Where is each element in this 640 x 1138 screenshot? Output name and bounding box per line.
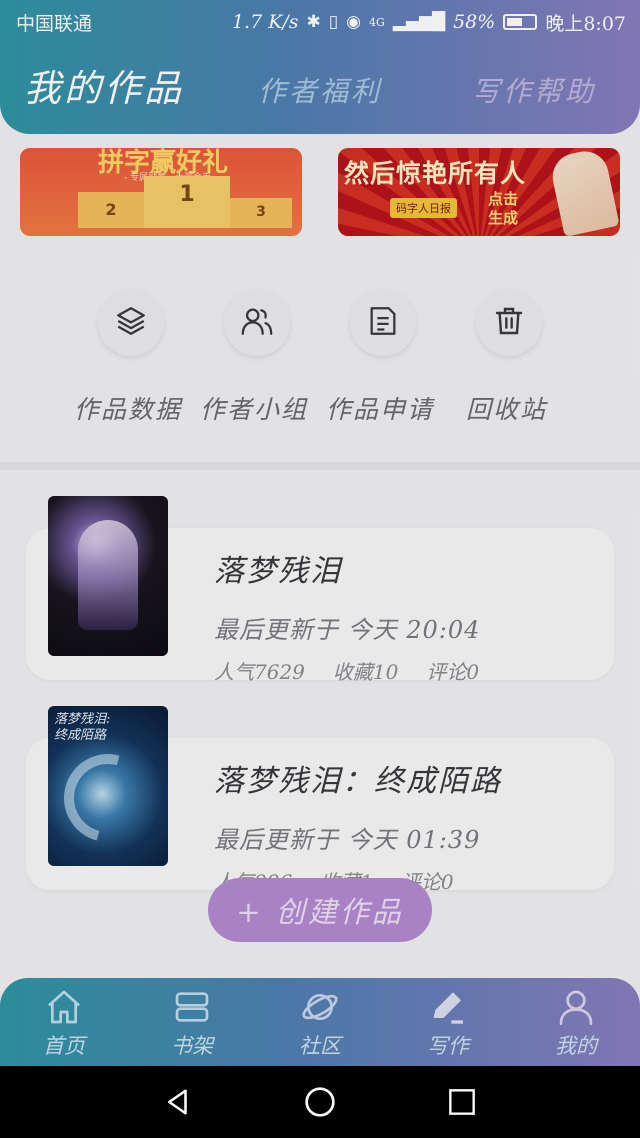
tab-writing-help[interactable]: 写作帮助 bbox=[472, 70, 596, 110]
recycle-bin-label: 回收站 bbox=[466, 395, 548, 424]
nav-item-write[interactable]: 写作 bbox=[384, 978, 512, 1066]
profile-icon bbox=[553, 984, 599, 1030]
work-title[interactable]: 落梦残泪：终成陌路 bbox=[214, 756, 502, 800]
create-work-button[interactable]: + 创建作品 bbox=[208, 878, 432, 942]
nav-label-write: 写作 bbox=[427, 1034, 469, 1058]
app-screen: 中国联通 1.7 K/s ✱ ▯ ◉ 4G ▂▄▆█ 58% 晚上8:07 我的… bbox=[0, 0, 640, 1066]
group-icon bbox=[240, 304, 274, 342]
nav-label-community: 社区 bbox=[299, 1034, 341, 1058]
bluetooth-icon: ✱ bbox=[306, 12, 321, 32]
banner-daily-report[interactable]: 然后惊艳所有人 码字人日报 点击 生成 bbox=[338, 148, 620, 236]
home-icon bbox=[41, 984, 87, 1030]
banner-daily-cta: 点击 生成 bbox=[488, 190, 518, 228]
nav-item-home[interactable]: 首页 bbox=[0, 978, 128, 1066]
bookshelf-icon bbox=[169, 984, 215, 1030]
banner-cta-line1: 点击 bbox=[488, 190, 519, 208]
status-bar: 中国联通 1.7 K/s ✱ ▯ ◉ 4G ▂▄▆█ 58% 晚上8:07 bbox=[0, 0, 640, 44]
works-data-label: 作品数据 bbox=[74, 395, 183, 424]
network-speed: 1.7 K/s bbox=[231, 11, 299, 33]
clock: 晚上8:07 bbox=[545, 12, 626, 35]
work-popularity: 人气7629 bbox=[214, 660, 305, 684]
podium-third: 3 bbox=[230, 198, 292, 228]
pen-icon bbox=[425, 984, 471, 1030]
nav-label-bookshelf: 书架 bbox=[171, 1034, 213, 1058]
cover-title-line2: 终成陌路 bbox=[54, 728, 107, 743]
banner-daily-title: 然后惊艳所有人 bbox=[344, 159, 527, 188]
section-divider bbox=[0, 462, 640, 470]
top-header: 中国联通 1.7 K/s ✱ ▯ ◉ 4G ▂▄▆█ 58% 晚上8:07 我的… bbox=[0, 0, 640, 134]
work-favorites: 收藏10 bbox=[332, 660, 399, 684]
author-group-button[interactable] bbox=[224, 290, 290, 356]
fist-illustration bbox=[548, 148, 620, 236]
recycle-bin-button[interactable] bbox=[476, 290, 542, 356]
battery-icon bbox=[503, 14, 538, 30]
works-data-button[interactable] bbox=[98, 290, 164, 356]
work-cover-image[interactable] bbox=[48, 496, 168, 656]
carrier-label: 中国联通 bbox=[16, 12, 93, 35]
work-stats: 人气7629 收藏10 评论0 bbox=[214, 656, 479, 685]
nav-item-bookshelf[interactable]: 书架 bbox=[128, 978, 256, 1066]
work-updated-time: 最后更新于 今天 01:39 bbox=[214, 826, 481, 854]
signal-icon: ▂▄▆█ bbox=[392, 12, 446, 32]
vibrate-icon: ▯ bbox=[328, 12, 339, 32]
layers-icon bbox=[114, 304, 148, 342]
status-indicators: 1.7 K/s ✱ ▯ ◉ 4G ▂▄▆█ 58% 晚上8:07 bbox=[232, 9, 626, 36]
moon-illustration bbox=[48, 737, 168, 859]
network-type: 4G bbox=[369, 15, 385, 29]
podium-second: 2 bbox=[78, 192, 144, 228]
cover-illustration bbox=[78, 520, 138, 630]
nav-item-community[interactable]: 社区 bbox=[256, 978, 384, 1066]
works-application-button[interactable] bbox=[350, 290, 416, 356]
battery-percent: 58% bbox=[453, 11, 496, 33]
tab-author-benefits[interactable]: 作者福利 bbox=[258, 70, 382, 110]
system-nav-bar bbox=[0, 1066, 640, 1138]
work-comments: 评论0 bbox=[426, 660, 480, 684]
banner-contest[interactable]: 拼字赢好礼 - 专属勋章，大量金币 - 2 1 3 bbox=[20, 148, 302, 236]
cover-title: 落梦残泪: 终成陌路 bbox=[54, 712, 110, 744]
author-group-label: 作者小组 bbox=[200, 395, 309, 424]
document-icon bbox=[366, 304, 400, 342]
work-title[interactable]: 落梦残泪 bbox=[214, 546, 342, 590]
works-application-label: 作品申请 bbox=[326, 395, 435, 424]
recents-icon[interactable] bbox=[444, 1084, 480, 1120]
home-circle-icon[interactable] bbox=[302, 1084, 338, 1120]
trash-icon bbox=[493, 305, 525, 341]
cover-title-line1: 落梦残泪: bbox=[54, 712, 111, 727]
work-cover-image[interactable]: 落梦残泪: 终成陌路 bbox=[48, 706, 168, 866]
nav-item-me[interactable]: 我的 bbox=[512, 978, 640, 1066]
nav-label-me: 我的 bbox=[555, 1034, 597, 1058]
work-updated-time: 最后更新于 今天 20:04 bbox=[214, 616, 481, 644]
banner-cta-line2: 生成 bbox=[488, 209, 519, 227]
tab-my-works[interactable]: 我的作品 bbox=[24, 58, 184, 112]
back-icon[interactable] bbox=[160, 1084, 196, 1120]
nav-label-home: 首页 bbox=[43, 1034, 85, 1058]
bottom-nav: 首页 书架 社区 写作 我的 bbox=[0, 978, 640, 1066]
eye-icon: ◉ bbox=[346, 12, 361, 32]
planet-icon bbox=[297, 984, 343, 1030]
header-tabs: 我的作品 作者福利 写作帮助 bbox=[0, 48, 640, 118]
podium-first: 1 bbox=[144, 176, 230, 228]
banner-daily-tag: 码字人日报 bbox=[390, 198, 457, 218]
battery-level bbox=[507, 18, 523, 26]
